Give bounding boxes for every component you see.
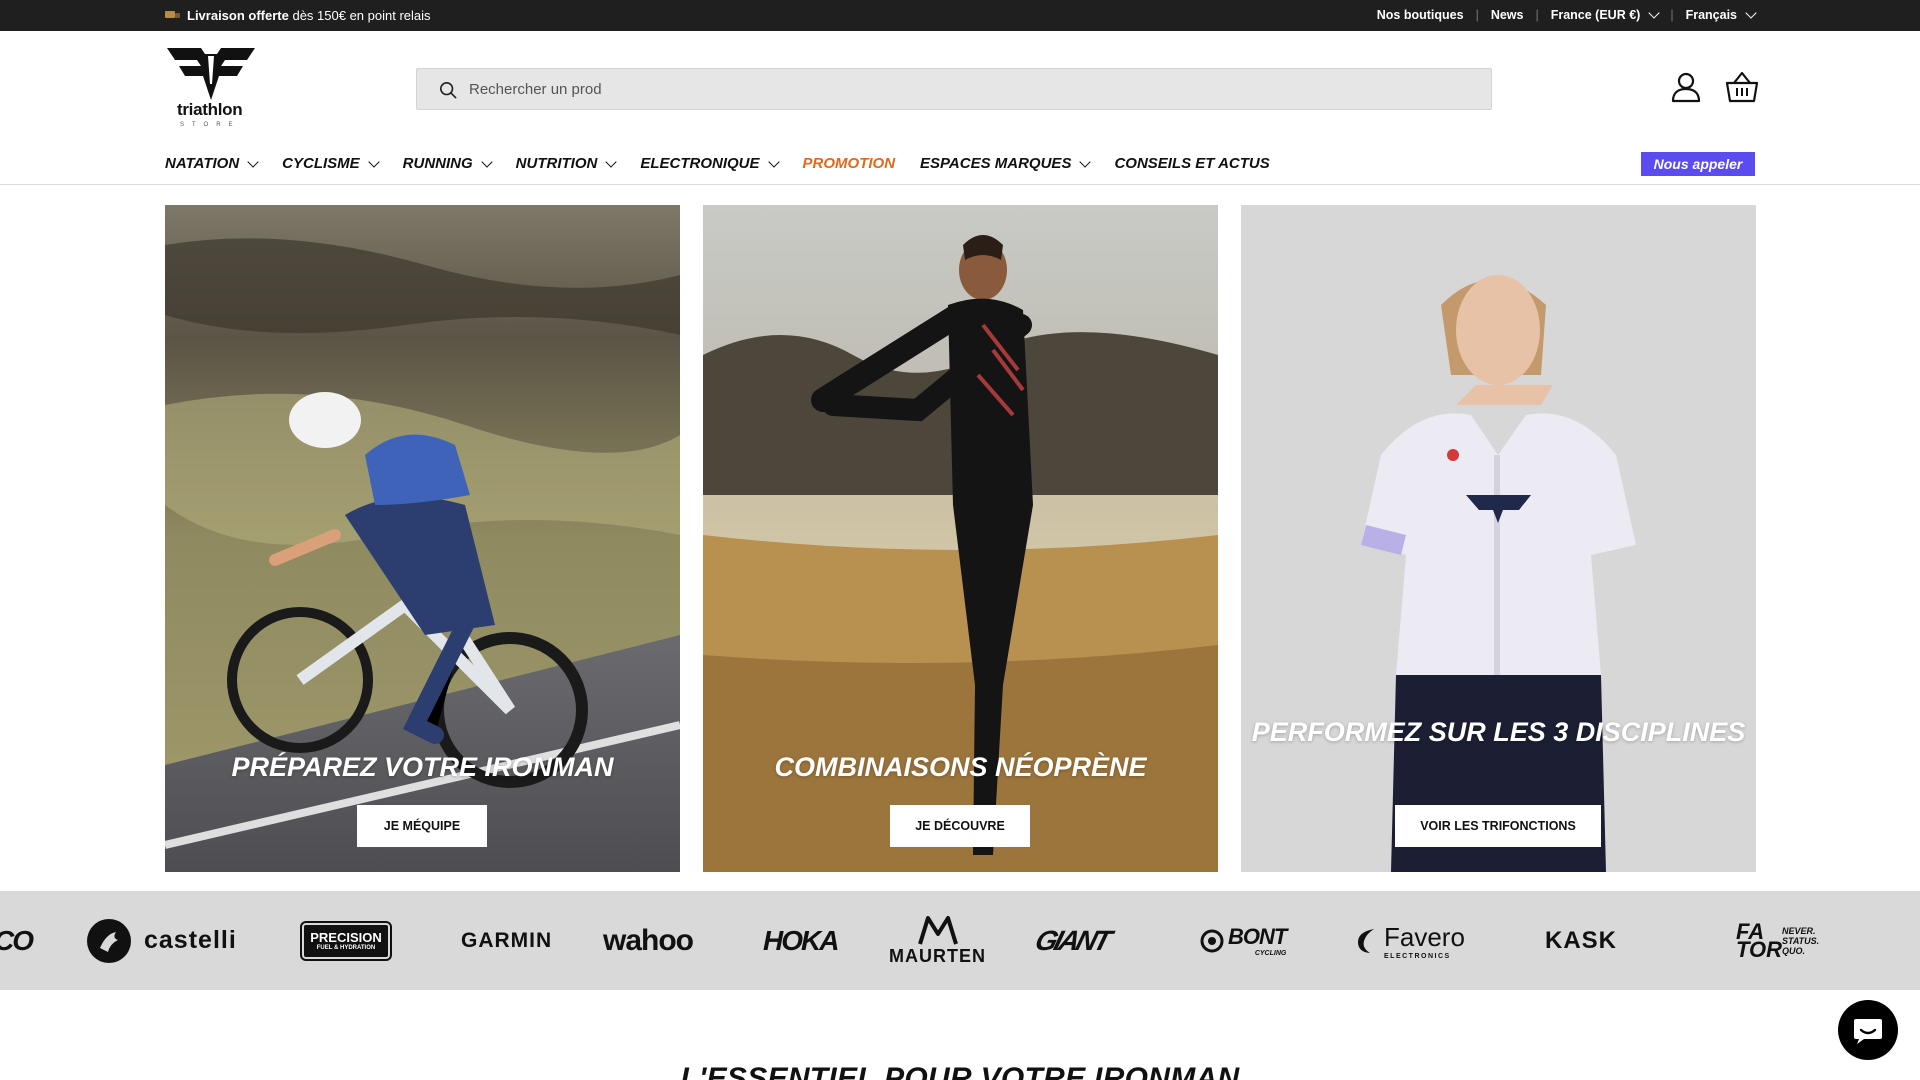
brand-logo-hoka[interactable]: HOKA — [763, 891, 839, 990]
brand-factor-text: FA TOR — [1736, 918, 1783, 962]
nav-item-cyclisme[interactable]: CYCLISME — [282, 155, 380, 172]
logo-mark-icon — [167, 48, 255, 100]
brand-maurten-text: MAURTEN — [889, 946, 986, 966]
brand-castelli-text: castelli — [144, 926, 237, 954]
hero-button-equip[interactable]: JE MÉQUIPE — [357, 805, 487, 847]
brand-logo-favero[interactable]: Favero ELECTRONICS — [1354, 891, 1465, 990]
cart-icon[interactable] — [1725, 70, 1759, 104]
bont-roundel-icon — [1200, 929, 1224, 952]
chevron-down-icon — [368, 155, 380, 168]
top-links: Nos boutiques | News | France (EUR €) | … — [1377, 7, 1757, 22]
maurten-m-icon — [917, 916, 958, 945]
nav-item-label: CYCLISME — [282, 155, 360, 172]
promo-bold-text: Livraison offerte — [187, 8, 289, 23]
hero-title: PRÉPAREZ VOTRE IRONMAN — [231, 752, 614, 782]
chat-button[interactable] — [1838, 1000, 1898, 1060]
brand-logo-castelli[interactable]: castelli — [86, 891, 237, 990]
nav-item-label: ELECTRONIQUE — [640, 155, 760, 172]
chevron-down-icon — [1079, 155, 1092, 168]
nav-item-label: ESPACES MARQUES — [920, 155, 1072, 172]
nav-item-natation[interactable]: NATATION — [165, 155, 259, 172]
separator: | — [1535, 8, 1539, 22]
brand-logo-giant[interactable]: GIANT — [1023, 891, 1122, 990]
separator: | — [1670, 8, 1674, 22]
hero-tile-ironman[interactable]: PRÉPAREZ VOTRE IRONMAN JE MÉQUIPE — [165, 205, 680, 872]
free-shipping-promo: Livraison offerte dès 150€ en point rela… — [165, 8, 431, 23]
brand-bont-text: BONT — [1228, 924, 1287, 949]
precision-badge: PRECISION FUEL & HYDRATION — [300, 920, 392, 961]
nav-item-espaces-marques[interactable]: ESPACES MARQUES — [920, 155, 1092, 172]
brand-factor-tagline: NEVER. STATUS. QUO. — [1782, 925, 1820, 956]
nav-item-label: PROMOTION — [802, 155, 896, 172]
nav-divider — [0, 184, 1920, 185]
announcement-bar: Livraison offerte dès 150€ en point rela… — [0, 0, 1920, 31]
nav-item-label: RUNNING — [402, 155, 473, 172]
brand-bont-sub: CYCLING — [1254, 950, 1287, 957]
brand-logo-partial[interactable]: CO — [0, 891, 34, 990]
search-bar[interactable] — [416, 68, 1492, 110]
hero-title: PERFORMEZ SUR LES 3 DISCIPLINES — [1251, 717, 1746, 747]
chevron-down-icon — [1648, 7, 1660, 19]
hero-button-discover[interactable]: JE DÉCOUVRE — [890, 805, 1030, 847]
nav-item-label: CONSEILS ET ACTUS — [1114, 155, 1270, 172]
precision-line1: PRECISION — [310, 930, 382, 945]
chevron-down-icon — [767, 155, 780, 168]
nav-item-electronique[interactable]: ELECTRONIQUE — [640, 155, 780, 172]
hero-button-trisuits[interactable]: VOIR LES TRIFONCTIONS — [1395, 805, 1601, 847]
main-nav: NATATION CYCLISME RUNNING NUTRITION ELEC… — [165, 155, 1295, 172]
favero-swirl-icon — [1358, 928, 1374, 953]
separator: | — [1475, 8, 1479, 22]
country-selector[interactable]: France (EUR €) — [1550, 7, 1660, 22]
nav-item-running[interactable]: RUNNING — [402, 155, 493, 172]
chevron-down-icon — [605, 155, 618, 168]
language-selector[interactable]: Français — [1685, 7, 1757, 22]
hero-tile-wetsuits[interactable]: COMBINAISONS NÉOPRÈNE JE DÉCOUVRE — [703, 205, 1218, 872]
link-nos-boutiques[interactable]: Nos boutiques — [1377, 8, 1464, 22]
nav-item-nutrition[interactable]: NUTRITION — [515, 155, 618, 172]
nav-item-promotion[interactable]: PROMOTION — [803, 155, 896, 172]
trisuit-photo — [1241, 205, 1756, 872]
truck-icon — [165, 10, 181, 21]
nav-item-label: NUTRITION — [515, 155, 598, 172]
nav-item-conseils-actus[interactable]: CONSEILS ET ACTUS — [1114, 155, 1269, 172]
brand-logo-maurten[interactable]: MAURTEN — [889, 891, 986, 990]
chat-bubble-icon — [1854, 1019, 1882, 1044]
section-title: L'ESSENTIEL POUR VOTRE IRONMAN — [680, 1062, 1240, 1080]
logo-subtitle: STORE — [180, 122, 241, 128]
brand-logo-precision[interactable]: PRECISION FUEL & HYDRATION — [300, 891, 392, 990]
search-icon — [439, 81, 457, 99]
brand-carousel: CO castelli PRECISION FUEL & HYDRATION G… — [0, 891, 1920, 990]
logo-wordmark: triathlon — [177, 100, 243, 119]
nav-item-label: NATATION — [165, 155, 240, 172]
brand-logo-kask[interactable]: KASK — [1545, 891, 1617, 990]
promo-text: dès 150€ en point relais — [288, 8, 431, 23]
language-label: Français — [1685, 8, 1737, 22]
chevron-down-icon — [1745, 7, 1757, 19]
brand-logo-bont[interactable]: BONT CYCLING — [1200, 891, 1287, 990]
precision-line2: FUEL & HYDRATION — [316, 945, 376, 951]
brand-logo-factor[interactable]: FA TOR NEVER. STATUS. QUO. — [1736, 891, 1826, 990]
account-icon[interactable] — [1669, 70, 1703, 104]
brand-favero-text: Favero — [1384, 921, 1465, 952]
link-news[interactable]: News — [1491, 8, 1524, 22]
search-input[interactable] — [469, 69, 1369, 109]
brand-logo-wahoo[interactable]: wahoo — [603, 891, 694, 990]
hero-title: COMBINAISONS NÉOPRÈNE — [774, 752, 1147, 782]
hero-tile-trisuits[interactable]: PERFORMEZ SUR LES 3 DISCIPLINES VOIR LES… — [1241, 205, 1756, 872]
chevron-down-icon — [481, 155, 493, 168]
chevron-down-icon — [247, 155, 259, 168]
brand-favero-sub: ELECTRONICS — [1384, 952, 1451, 960]
scorpion-icon — [87, 918, 131, 963]
country-label: France (EUR €) — [1550, 8, 1641, 22]
call-us-button[interactable]: Nous appeler — [1641, 152, 1755, 176]
brand-logo-garmin[interactable]: GARMIN — [461, 891, 552, 990]
site-logo[interactable]: triathlon STORE — [165, 46, 257, 128]
